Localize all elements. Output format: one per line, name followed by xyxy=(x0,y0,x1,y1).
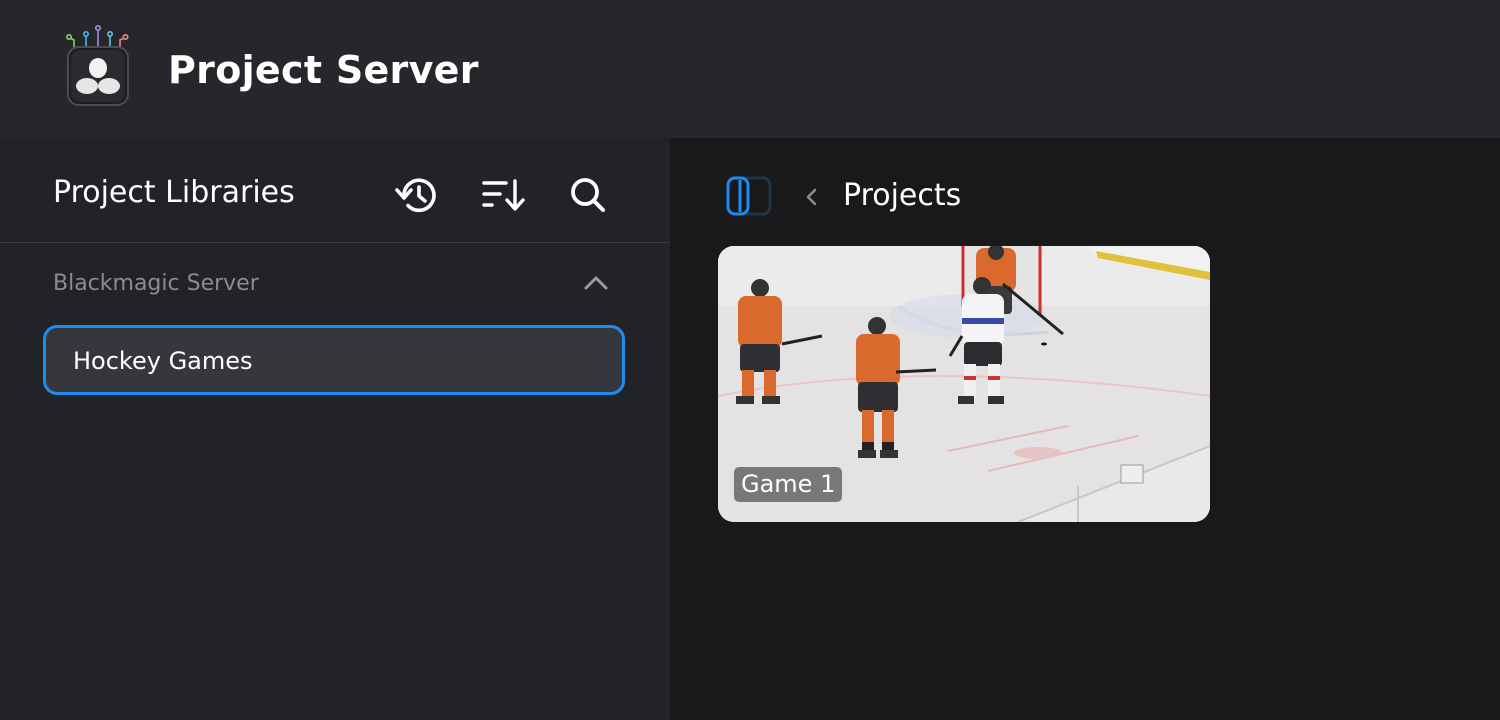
project-libraries-sidebar: Project Libraries Blackmagic Server Hock… xyxy=(0,138,670,720)
search-icon xyxy=(571,178,605,212)
chevron-up-icon xyxy=(584,276,608,290)
sort-icon xyxy=(482,179,525,211)
toggle-sidebar-button[interactable] xyxy=(726,176,772,216)
library-item-hockey-games[interactable]: Hockey Games xyxy=(43,325,625,395)
app-header: Project Server xyxy=(0,0,1500,138)
davinci-resolve-app-icon xyxy=(58,22,138,110)
projects-panel: Projects Game 1 xyxy=(670,138,1500,720)
breadcrumb-title: Projects xyxy=(843,178,962,213)
project-card-label: Game 1 xyxy=(734,467,843,502)
chevron-left-icon xyxy=(806,188,817,206)
section-label: Blackmagic Server xyxy=(53,271,259,296)
search-button[interactable] xyxy=(562,170,614,220)
sidebar-header: Project Libraries xyxy=(0,138,670,243)
recent-button[interactable] xyxy=(391,170,443,220)
project-card[interactable]: Game 1 xyxy=(718,246,1210,522)
collapse-section-button[interactable] xyxy=(578,268,614,298)
library-item-label: Hockey Games xyxy=(73,347,253,375)
back-button[interactable] xyxy=(800,182,824,212)
sidebar-toggle-icon xyxy=(726,176,772,216)
sort-button[interactable] xyxy=(477,170,529,220)
app-title: Project Server xyxy=(168,48,479,92)
project-server-window: Project Server Project Libraries Blackma… xyxy=(0,0,1500,720)
history-icon xyxy=(395,178,436,213)
sidebar-title: Project Libraries xyxy=(53,175,295,210)
